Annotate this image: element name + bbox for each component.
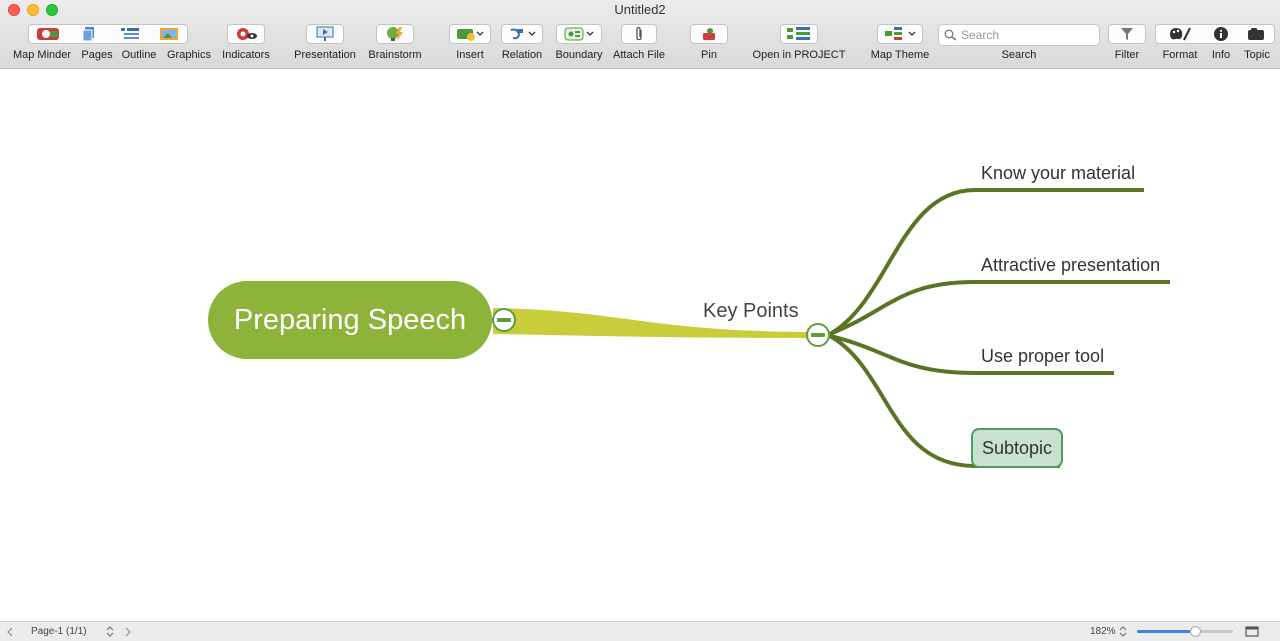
boundary-button[interactable]	[556, 24, 602, 44]
insert-topic-icon	[457, 29, 484, 41]
map-minder-button[interactable]	[28, 24, 68, 44]
paperclip-icon	[636, 26, 642, 41]
boundary-label: Boundary	[555, 49, 603, 61]
filter-button[interactable]	[1108, 24, 1146, 44]
subtopic-know-your-material[interactable]: Know your material	[981, 163, 1135, 184]
pin-icon	[703, 28, 715, 40]
map-connectors	[493, 188, 1170, 468]
format-button[interactable]	[1156, 24, 1204, 44]
central-collapse-button[interactable]	[492, 308, 516, 332]
branch-attractive-presentation	[829, 280, 1170, 336]
presentation-label: Presentation	[294, 49, 356, 61]
open-in-project-label: Open in PROJECT	[752, 49, 846, 61]
graphics-label: Graphics	[166, 49, 212, 61]
search-icon	[944, 29, 957, 41]
outline-label: Outline	[121, 49, 157, 61]
format-label: Format	[1162, 49, 1198, 61]
chevron-left-icon[interactable]	[6, 627, 14, 637]
pages-label: Pages	[81, 49, 113, 61]
indicators-button[interactable]	[227, 24, 265, 44]
relation-icon	[510, 28, 536, 40]
map-theme-button[interactable]	[877, 24, 923, 44]
central-topic[interactable]: Preparing Speech	[208, 281, 492, 359]
mind-map-canvas[interactable]	[0, 69, 1280, 621]
map-theme-icon	[885, 27, 916, 40]
zoom-level: 182%	[1090, 626, 1116, 637]
status-bar: Page-1 (1/1) 182%	[0, 621, 1280, 641]
topic-icon	[1248, 28, 1264, 40]
palette-icon	[1170, 27, 1191, 41]
outline-icon	[121, 28, 139, 39]
filter-icon	[1121, 28, 1133, 40]
brainstorm-icon	[387, 27, 403, 41]
map-minder-icon	[37, 28, 59, 40]
presentation-icon	[316, 26, 334, 41]
page-indicator: Page-1 (1/1)	[31, 626, 87, 637]
minus-icon	[811, 333, 825, 337]
zoom-slider-knob[interactable]	[1189, 626, 1201, 637]
central-topic-label: Preparing Speech	[233, 303, 467, 336]
relation-button[interactable]	[501, 24, 543, 44]
brainstorm-label: Brainstorm	[368, 49, 422, 61]
info-button[interactable]	[1205, 24, 1237, 44]
main-topic-label[interactable]: Key Points	[703, 300, 799, 323]
search-input[interactable]: Search	[938, 24, 1100, 46]
attach-file-label: Attach File	[613, 49, 665, 61]
filter-label: Filter	[1114, 49, 1140, 61]
pages-button[interactable]	[69, 24, 109, 44]
project-icon	[787, 27, 810, 40]
info-icon	[1214, 27, 1228, 41]
indicators-icon	[237, 28, 257, 40]
brainstorm-button[interactable]	[376, 24, 414, 44]
attach-file-button[interactable]	[621, 24, 657, 44]
open-in-project-button[interactable]	[780, 24, 818, 44]
zoom-slider-track[interactable]	[1137, 626, 1233, 637]
outline-button[interactable]	[110, 24, 150, 44]
pages-icon	[82, 27, 94, 42]
boundary-icon	[564, 27, 594, 41]
title-toolbar-area: Untitled2 Map Minder Pages Outline Graph…	[0, 0, 1280, 69]
subtopic-selected-label: Subtopic	[981, 437, 1053, 458]
relation-label: Relation	[501, 49, 543, 61]
pin-label: Pin	[701, 49, 717, 61]
insert-button[interactable]	[449, 24, 491, 44]
search-label: Search	[1001, 49, 1037, 61]
main-topic-collapse-button[interactable]	[806, 323, 830, 347]
fit-window-icon[interactable]	[1245, 626, 1259, 637]
page-stepper-icon[interactable]	[105, 625, 115, 638]
subtopic-attractive-presentation[interactable]: Attractive presentation	[981, 255, 1160, 276]
window-title: Untitled2	[614, 2, 666, 17]
minus-icon	[497, 318, 511, 322]
subtopic-use-proper-tool[interactable]: Use proper tool	[981, 346, 1104, 367]
chevron-right-icon[interactable]	[124, 627, 132, 637]
map-minder-label: Map Minder	[12, 49, 72, 61]
pin-button[interactable]	[690, 24, 728, 44]
graphics-icon	[160, 28, 178, 40]
presentation-button[interactable]	[306, 24, 344, 44]
info-label: Info	[1211, 49, 1231, 61]
topic-button[interactable]	[1238, 24, 1274, 44]
indicators-label: Indicators	[222, 49, 270, 61]
zoom-slider-fill	[1137, 630, 1195, 633]
zoom-stepper-icon[interactable]	[1118, 625, 1128, 638]
topic-label: Topic	[1244, 49, 1270, 61]
map-theme-label: Map Theme	[870, 49, 930, 61]
insert-label: Insert	[456, 49, 484, 61]
graphics-button[interactable]	[151, 24, 187, 44]
subtopic-selected[interactable]: Subtopic	[971, 428, 1063, 468]
